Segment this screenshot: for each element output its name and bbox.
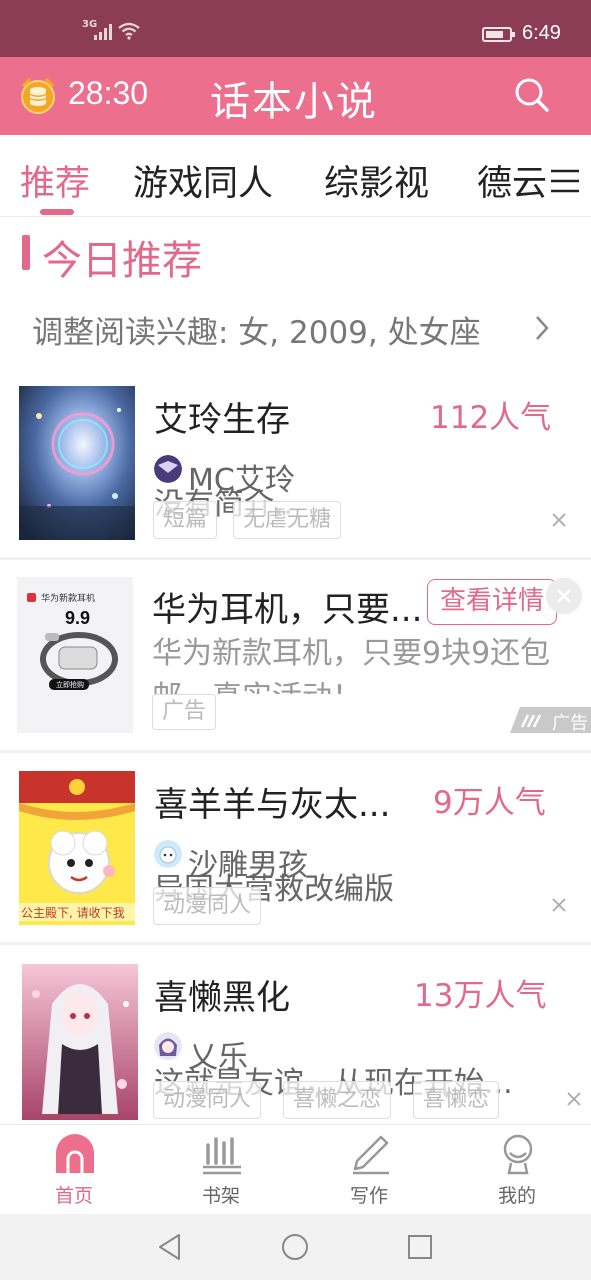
tag-badge[interactable]: 喜懒之恋 (283, 1081, 392, 1119)
wifi-icon (118, 22, 140, 40)
home-icon (56, 1134, 94, 1173)
signal-icon (94, 22, 112, 40)
nav-home[interactable]: 首页 (14, 1125, 134, 1215)
nav-profile[interactable]: 我的 (457, 1125, 577, 1215)
ad-badge-text: 广告 (552, 713, 588, 734)
tag-badge[interactable]: 无虐无糖 (233, 501, 342, 539)
close-icon[interactable] (546, 578, 582, 614)
dismiss-icon[interactable] (551, 512, 567, 528)
book-title[interactable]: 艾玲生存 (154, 392, 290, 441)
ad-description: 华为新款耳机，只要9块9还包邮，真实活动！ (152, 636, 551, 694)
divider (0, 942, 591, 945)
home-button-icon[interactable] (280, 1232, 310, 1262)
section-title: 今日推荐 (42, 238, 202, 284)
dismiss-icon[interactable] (566, 1091, 582, 1107)
ad-image-brand: 华为新款耳机 (41, 592, 95, 604)
divider (0, 750, 591, 753)
tag-badge[interactable]: 动漫同人 (153, 887, 262, 925)
status-bar: 3G 6:49 (0, 0, 591, 57)
recents-icon[interactable] (405, 1232, 435, 1262)
system-navigation-bar (0, 1214, 591, 1280)
ad-title[interactable]: 华为耳机，只要... (152, 582, 422, 631)
tab-game-fanfic[interactable]: 游戏同人 (133, 155, 273, 206)
book-cover-image[interactable]: 公主殿下, 请收下我 (19, 771, 135, 925)
nav-write[interactable]: 写作 (309, 1125, 429, 1215)
ad-image-price: 9.9 (65, 608, 90, 628)
search-icon[interactable] (512, 75, 552, 115)
book-cover-image[interactable] (19, 386, 135, 540)
menu-icon[interactable] (548, 168, 582, 194)
back-icon[interactable] (155, 1232, 185, 1262)
view-details-button[interactable]: 查看详情 (427, 579, 557, 625)
ad-image[interactable]: 华为新款耳机 9.9 立即抢购 (17, 577, 133, 733)
book-cover-image[interactable] (22, 964, 138, 1120)
tag-badge[interactable]: 短篇 (153, 501, 218, 539)
chevron-right-icon[interactable] (534, 314, 550, 342)
popularity-count: 13万人气 (414, 978, 547, 1014)
app-title: 话本小说 (210, 79, 378, 125)
cover-caption: 公主殿下, 请收下我 (21, 906, 125, 920)
adjust-interest-link[interactable]: 调整阅读兴趣: 女, 2009, 处女座 (32, 307, 481, 352)
battery-icon (482, 27, 515, 42)
nav-label-home: 首页 (54, 1185, 93, 1207)
nav-label-write: 写作 (349, 1185, 388, 1207)
app-header: 28:30 话本小说 (0, 57, 591, 135)
profile-icon (503, 1134, 533, 1175)
section-accent-bar (22, 235, 30, 270)
tab-recommend[interactable]: 推荐 (20, 155, 90, 206)
tab-film-tv[interactable]: 综影视 (324, 155, 429, 206)
pen-icon (353, 1135, 389, 1175)
reading-timer: 28:30 (68, 75, 149, 111)
ad-label: 广告 (152, 694, 217, 730)
active-tab-indicator (40, 209, 74, 215)
tag-badge[interactable]: 动漫同人 (153, 1081, 262, 1119)
nav-bookshelf[interactable]: 书架 (161, 1125, 281, 1215)
nav-label-bookshelf: 书架 (201, 1185, 240, 1207)
nav-label-profile: 我的 (497, 1185, 536, 1207)
bottom-navigation: 首页 书架 写作 我的 (0, 1124, 591, 1214)
bookshelf-icon (203, 1137, 241, 1175)
divider (0, 557, 591, 560)
ad-image-cta: 立即抢购 (56, 680, 84, 689)
book-title[interactable]: 喜羊羊与灰太... (154, 777, 390, 826)
alarm-coin-icon[interactable] (18, 76, 58, 116)
dismiss-icon[interactable] (551, 897, 567, 913)
popularity-count: 112人气 (430, 400, 552, 436)
clock: 6:49 (522, 22, 561, 44)
category-tabs: 推荐 游戏同人 综影视 德云 (0, 135, 591, 217)
tag-badge[interactable]: 喜懒恋 (413, 1081, 500, 1119)
author-avatar (154, 1032, 182, 1060)
tab-deyun[interactable]: 德云 (477, 155, 547, 206)
book-title[interactable]: 喜懒黑化 (154, 970, 290, 1019)
popularity-count: 9万人气 (433, 785, 546, 821)
